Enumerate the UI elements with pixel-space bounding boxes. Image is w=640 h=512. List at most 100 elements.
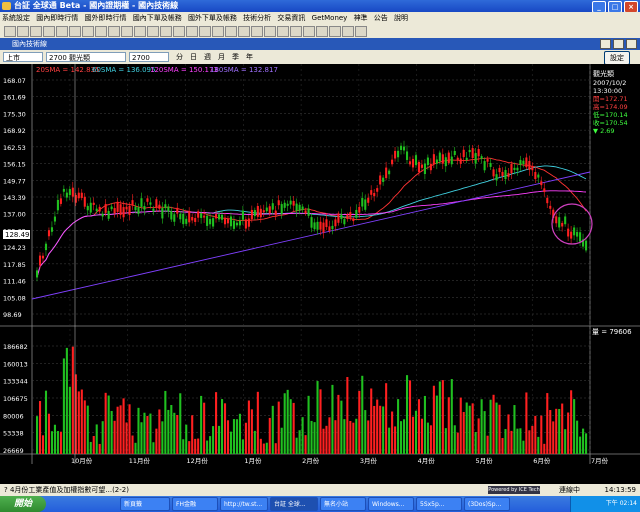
menu-item[interactable]: GetMoney xyxy=(312,14,348,22)
toolbar-button[interactable] xyxy=(56,26,68,37)
menu-item[interactable]: 交易資訊 xyxy=(277,14,305,22)
taskbar-item[interactable]: 台証 全球... xyxy=(270,497,318,511)
toolbar-button[interactable] xyxy=(251,26,263,37)
volume-bar xyxy=(292,402,295,454)
volume-bar xyxy=(77,391,80,454)
menu-item[interactable]: 技術分析 xyxy=(243,14,271,22)
menu-item[interactable]: 國外即時行情 xyxy=(84,14,126,22)
toolbar-button[interactable] xyxy=(329,26,341,37)
stock-select[interactable]: 2700 觀光類 xyxy=(46,52,126,62)
volume-bar xyxy=(185,424,188,454)
menu-item[interactable]: 系統設定 xyxy=(2,14,30,22)
taskbar-item[interactable]: Windows... xyxy=(368,497,414,511)
month-tick-label: 7月份 xyxy=(591,456,609,465)
toolbar-button[interactable] xyxy=(147,26,159,37)
toolbar-button[interactable] xyxy=(212,26,224,37)
toolbar-button[interactable] xyxy=(225,26,237,37)
period-year[interactable]: 年 xyxy=(246,52,253,62)
price-tick-label: 168.07 xyxy=(3,77,26,85)
toolbar-button[interactable] xyxy=(238,26,250,37)
toolbar-button[interactable] xyxy=(43,26,55,37)
toolbar-button[interactable] xyxy=(108,26,120,37)
volume-bar xyxy=(549,410,552,454)
menu-item[interactable]: 國內即時行情 xyxy=(36,14,78,22)
candle-body xyxy=(36,270,39,278)
taskbar-item[interactable]: 新頁籤 xyxy=(120,497,170,511)
volume-bar xyxy=(582,428,585,454)
menu-item[interactable]: 神準 xyxy=(354,14,368,22)
subwindow-close-button[interactable] xyxy=(626,39,637,49)
settings-button[interactable]: 設定 xyxy=(604,51,630,65)
toolbar-button[interactable] xyxy=(290,26,302,37)
candle-body xyxy=(391,159,394,165)
volume-bar xyxy=(274,443,277,454)
market-select[interactable]: 上市 xyxy=(3,52,43,62)
toolbar-button[interactable] xyxy=(121,26,133,37)
taskbar-item[interactable]: FH金融 xyxy=(172,497,218,511)
toolbar-button[interactable] xyxy=(342,26,354,37)
period-month[interactable]: 月 xyxy=(218,52,225,62)
toolbar-button[interactable] xyxy=(95,26,107,37)
news-ticker[interactable]: ? 4月份工業產值及加權指數可望...(2-2) xyxy=(4,484,129,496)
toolbar-button[interactable] xyxy=(69,26,81,37)
system-tray: 下午 02:14 xyxy=(570,496,640,512)
menu-item[interactable]: 國外下單及帳務 xyxy=(188,14,237,22)
candle-body xyxy=(519,159,522,165)
candle-body xyxy=(570,231,573,239)
toolbar-button[interactable] xyxy=(199,26,211,37)
volume-bar xyxy=(286,389,289,454)
candle-body xyxy=(567,228,570,237)
volume-bar xyxy=(173,412,176,454)
candle-body xyxy=(215,214,218,219)
code-input[interactable]: 2700 xyxy=(129,52,169,62)
toolbar-button[interactable] xyxy=(264,26,276,37)
menu-item[interactable]: 公告 xyxy=(374,14,388,22)
candle-body xyxy=(122,207,125,218)
toolbar-button[interactable] xyxy=(82,26,94,37)
taskbar-item[interactable]: (3Dos)Sp... xyxy=(464,497,510,511)
menu-item[interactable]: 國內下單及帳務 xyxy=(133,14,182,22)
volume-bar xyxy=(429,425,432,454)
period-minute[interactable]: 分 xyxy=(176,52,183,62)
price-tick-label: 137.00 xyxy=(3,211,26,219)
candle-body xyxy=(411,158,415,168)
taskbar-item[interactable]: 5Sx5p... xyxy=(416,497,462,511)
toolbar-button[interactable] xyxy=(4,26,16,37)
candle-body xyxy=(352,218,355,222)
toolbar-button[interactable] xyxy=(173,26,185,37)
start-button[interactable]: 開始 xyxy=(0,496,46,512)
legend-ma60: 60SMA = 136.095 xyxy=(92,66,155,74)
subwindow-minimize-button[interactable] xyxy=(600,39,611,49)
candle-body xyxy=(131,200,134,206)
volume-bar xyxy=(250,409,253,454)
taskbar-item[interactable]: http://tw.st... xyxy=(220,497,268,511)
volume-bar xyxy=(253,430,256,454)
volume-bar xyxy=(435,395,438,454)
window-titlebar[interactable]: 台証 全球通 Beta - 國內證期權 - 國內技術線 _ □ × xyxy=(0,0,640,13)
toolbar-button[interactable] xyxy=(303,26,315,37)
subwindow-maximize-button[interactable] xyxy=(613,39,624,49)
taskbar-item[interactable]: 無名小站 xyxy=(320,497,366,511)
toolbar-button[interactable] xyxy=(277,26,289,37)
toolbar-button[interactable] xyxy=(186,26,198,37)
app-icon xyxy=(2,2,11,10)
period-day[interactable]: 日 xyxy=(190,52,197,62)
toolbar-button[interactable] xyxy=(160,26,172,37)
candle-body xyxy=(573,227,576,236)
toolbar-button[interactable] xyxy=(30,26,42,37)
volume-bar xyxy=(226,420,230,454)
toolbar-button[interactable] xyxy=(355,26,367,37)
candle-body xyxy=(420,164,423,168)
candle-body xyxy=(417,161,421,173)
candle-body xyxy=(403,146,406,151)
volume-bar xyxy=(247,400,250,454)
toolbar-button[interactable] xyxy=(316,26,328,37)
stock-chart[interactable]: 168.07 161.69 175.30 168.92 162.53 156.15 149.… xyxy=(0,64,640,484)
candle-body xyxy=(492,169,495,177)
candle-body xyxy=(528,160,531,170)
period-week[interactable]: 週 xyxy=(204,52,211,62)
toolbar-button[interactable] xyxy=(134,26,146,37)
toolbar-button[interactable] xyxy=(17,26,29,37)
menu-item[interactable]: 說明 xyxy=(394,14,408,22)
period-season[interactable]: 季 xyxy=(232,52,239,62)
